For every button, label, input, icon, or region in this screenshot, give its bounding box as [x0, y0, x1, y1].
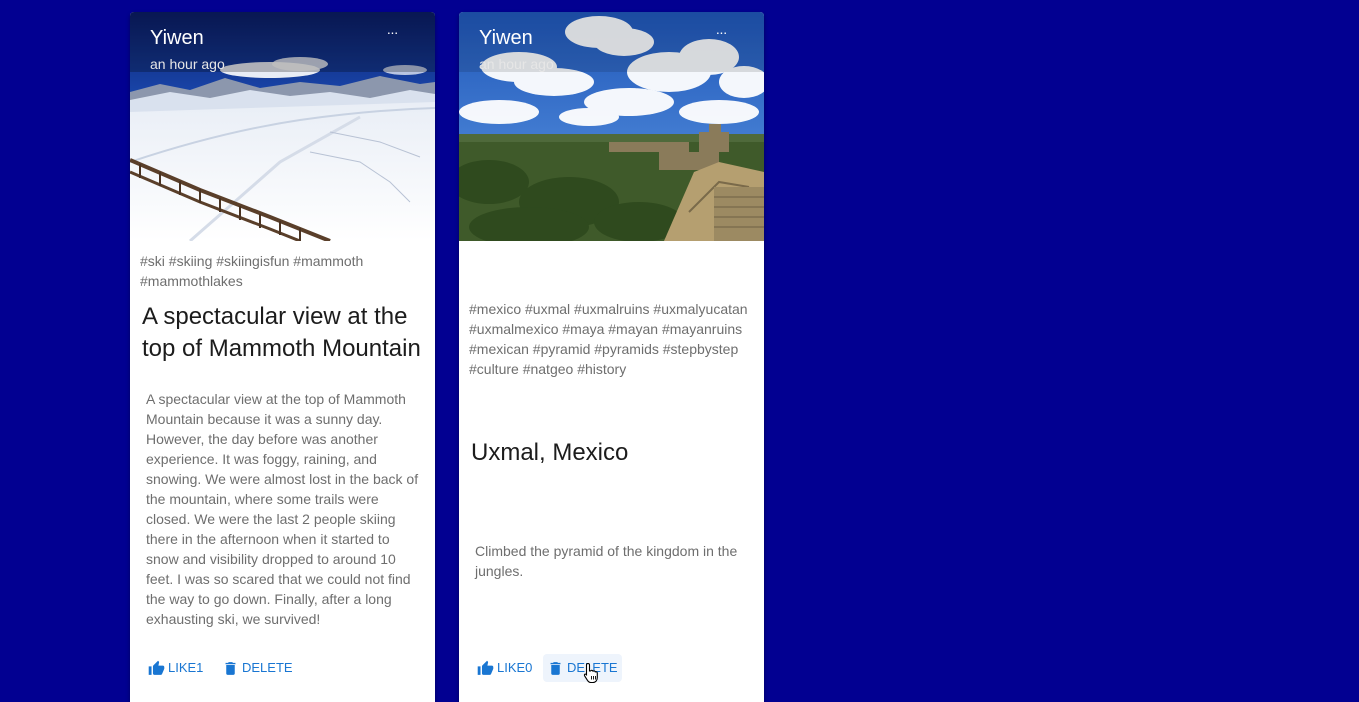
post-time: an hour ago: [150, 56, 225, 72]
post-card: Yiwen an hour ago ··· #mexico #uxmal #ux…: [459, 12, 764, 702]
post-message: Climbed the pyramid of the kingdom in th…: [475, 543, 738, 579]
post-card: Yiwen an hour ago ··· #ski #skiing #skii…: [130, 12, 435, 702]
post-title: Uxmal, Mexico: [471, 439, 629, 466]
delete-label: DELETE: [242, 660, 293, 675]
thumb-up-icon: [477, 660, 494, 677]
post-tags: #ski #skiing #skiingisfun #mammoth #mamm…: [140, 253, 364, 289]
post-message: A spectacular view at the top of Mammoth…: [146, 391, 419, 627]
delete-button[interactable]: DELETE: [218, 654, 297, 682]
delete-icon: [222, 660, 239, 677]
post-author: Yiwen: [479, 27, 533, 49]
post-author: Yiwen: [150, 27, 204, 49]
delete-icon: [547, 660, 564, 677]
pointer-cursor-icon: [583, 662, 601, 684]
post-title: A spectacular view at the top of Mammoth…: [142, 303, 421, 362]
post-time: an hour ago: [479, 56, 554, 72]
post-tags: #mexico #uxmal #uxmalruins #uxmalyucatan…: [469, 301, 748, 377]
more-icon[interactable]: ···: [715, 22, 728, 42]
like-button[interactable]: LIKE0: [473, 654, 536, 682]
like-label: LIKE1: [168, 660, 204, 675]
like-label: LIKE0: [497, 660, 533, 675]
thumb-up-icon: [148, 660, 165, 677]
more-icon[interactable]: ···: [386, 22, 399, 42]
like-button[interactable]: LIKE1: [144, 654, 207, 682]
